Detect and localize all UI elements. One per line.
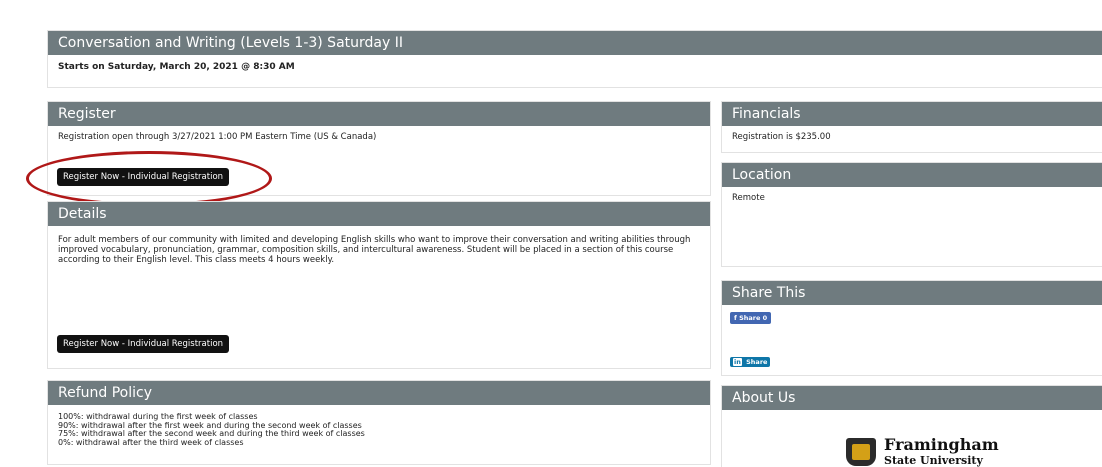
university-logo[interactable]: Framingham State University [846,436,999,467]
financials-panel: Financials Registration is $235.00 [721,101,1102,153]
share-panel: Share This [721,280,1102,376]
financials-heading: Financials [722,102,1102,126]
course-start-date: Starts on Saturday, March 20, 2021 @ 8:3… [58,62,295,72]
refund-policy-list: 100%: withdrawal during the first week o… [48,405,710,453]
course-title-panel: Conversation and Writing (Levels 1-3) Sa… [47,30,1102,88]
university-name-line2: State University [884,454,983,467]
about-heading: About Us [722,386,1102,410]
location-text: Remote [732,193,765,203]
refund-policy-heading: Refund Policy [48,381,710,405]
register-heading: Register [48,102,710,126]
linkedin-share-label: Share [746,358,768,366]
facebook-share-label: Share 0 [739,314,768,322]
location-heading: Location [722,163,1102,187]
refund-policy-panel: Refund Policy 100%: withdrawal during th… [47,380,711,465]
university-name-line1: Framingham [884,435,999,454]
details-text: For adult members of our community with … [58,235,691,265]
university-name: Framingham State University [884,436,999,467]
linkedin-share-button[interactable]: in Share [730,357,771,367]
facebook-share-button[interactable]: f Share 0 [730,312,772,324]
location-panel: Location Remote [721,162,1102,267]
refund-line: 0%: withdrawal after the third week of c… [58,437,244,447]
register-now-button-bottom[interactable]: Register Now - Individual Registration [57,335,230,353]
university-seal-icon [846,438,876,466]
share-heading: Share This [722,281,1102,305]
registration-open-text: Registration open through 3/27/2021 1:00… [58,132,377,142]
course-title: Conversation and Writing (Levels 1-3) Sa… [48,31,1102,55]
facebook-icon: f [734,314,737,322]
details-heading: Details [48,202,710,226]
linkedin-icon: in [733,358,742,366]
register-now-button-top[interactable]: Register Now - Individual Registration [57,168,230,186]
financials-price: Registration is $235.00 [732,132,831,142]
